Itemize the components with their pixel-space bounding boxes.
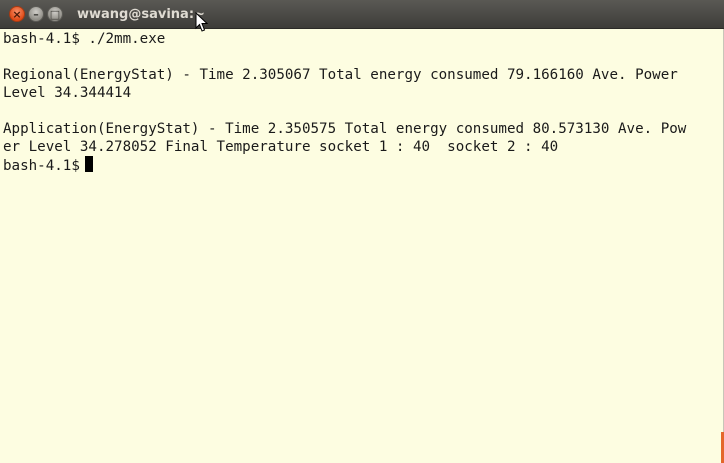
terminal-line: er Level 34.278052 Final Temperature soc… — [3, 139, 559, 155]
terminal-line: bash-4.1$ ./2mm.exe — [3, 31, 166, 47]
close-window-button[interactable]: × — [9, 6, 25, 22]
text-cursor — [84, 156, 93, 172]
shell-prompt: bash-4.1$ — [3, 158, 80, 174]
terminal-window: × – □ wwang@savina:~ bash-4.1$ ./2mm.exe… — [0, 0, 724, 463]
title-bar[interactable]: × – □ wwang@savina:~ — [0, 0, 724, 32]
terminal-line: Regional(EnergyStat) - Time 2.305067 Tot… — [3, 67, 678, 83]
terminal-line: Application(EnergyStat) - Time 2.350575 … — [3, 121, 687, 137]
maximize-window-button[interactable]: □ — [47, 6, 63, 22]
minimize-window-button[interactable]: – — [28, 6, 44, 22]
prompt-line[interactable]: bash-4.1$ — [3, 156, 719, 174]
window-title: wwang@savina:~ — [77, 7, 205, 22]
terminal-line: Level 34.344414 — [3, 85, 132, 101]
terminal-output[interactable]: bash-4.1$ ./2mm.exe Regional(EnergyStat)… — [3, 30, 719, 463]
